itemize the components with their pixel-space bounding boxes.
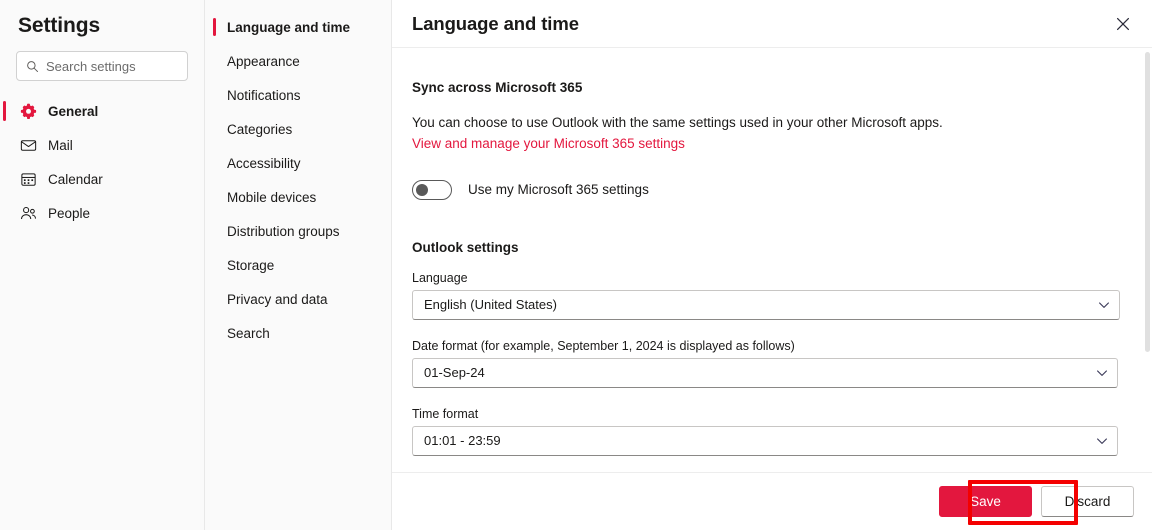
sidebar-item-general[interactable]: General [0, 96, 204, 126]
sidebar-item-people[interactable]: People [0, 198, 204, 228]
date-format-dropdown[interactable]: 01-Sep-24 [412, 358, 1118, 388]
people-icon [20, 205, 37, 222]
subnav-item-search[interactable]: Search [205, 321, 391, 345]
sidebar-item-calendar[interactable]: Calendar [0, 164, 204, 194]
page-title: Settings [0, 0, 204, 38]
sync-section-heading: Sync across Microsoft 365 [412, 80, 1120, 95]
subnav-item-label: Notifications [227, 88, 301, 103]
language-value: English (United States) [424, 297, 557, 312]
scrollbar-thumb[interactable] [1145, 52, 1150, 352]
subnav-item-label: Storage [227, 258, 274, 273]
subnav-item-accessibility[interactable]: Accessibility [205, 151, 391, 175]
sidebar-item-label: Calendar [48, 172, 103, 187]
subnav-item-appearance[interactable]: Appearance [205, 49, 391, 73]
microsoft-365-settings-link[interactable]: View and manage your Microsoft 365 setti… [412, 134, 685, 155]
subnav-item-label: Search [227, 326, 270, 341]
settings-subnav: Language and time Appearance Notificatio… [205, 0, 392, 530]
date-format-label: Date format (for example, September 1, 2… [412, 339, 1120, 353]
date-format-value: 01-Sep-24 [424, 365, 485, 380]
sync-description: You can choose to use Outlook with the s… [412, 113, 1120, 134]
subnav-item-label: Distribution groups [227, 224, 340, 239]
main-header: Language and time [392, 0, 1152, 48]
close-icon [1116, 17, 1130, 31]
sync-toggle-row: Use my Microsoft 365 settings [412, 180, 1120, 200]
subnav-item-notifications[interactable]: Notifications [205, 83, 391, 107]
subnav-item-storage[interactable]: Storage [205, 253, 391, 277]
chevron-down-icon [1095, 366, 1109, 380]
subnav-item-label: Categories [227, 122, 292, 137]
sidebar-item-label: Mail [48, 138, 73, 153]
language-field: Language English (United States) [412, 271, 1120, 320]
subnav-item-mobile-devices[interactable]: Mobile devices [205, 185, 391, 209]
subnav-item-label: Language and time [227, 20, 350, 35]
dialog-footer: Save Discard [392, 472, 1152, 530]
time-format-field: Time format 01:01 - 23:59 [412, 407, 1120, 456]
sidebar-nav: General Mail [0, 96, 204, 228]
settings-main-panel: Language and time Sync across Microsoft … [392, 0, 1152, 530]
gear-icon [20, 103, 37, 120]
language-dropdown[interactable]: English (United States) [412, 290, 1120, 320]
search-icon [26, 60, 39, 73]
subnav-item-privacy-and-data[interactable]: Privacy and data [205, 287, 391, 311]
date-format-field: Date format (for example, September 1, 2… [412, 339, 1120, 388]
settings-dialog: Settings General [0, 0, 1152, 530]
subnav-item-label: Accessibility [227, 156, 301, 171]
close-button[interactable] [1108, 9, 1138, 39]
envelope-icon [20, 137, 37, 154]
sidebar-item-label: General [48, 104, 98, 119]
outlook-settings-heading: Outlook settings [412, 240, 1120, 255]
subnav-item-label: Mobile devices [227, 190, 316, 205]
subnav-item-label: Privacy and data [227, 292, 328, 307]
subnav-item-language-and-time[interactable]: Language and time [205, 15, 391, 39]
search-settings-box[interactable] [16, 51, 188, 81]
sidebar-item-mail[interactable]: Mail [0, 130, 204, 160]
time-format-dropdown[interactable]: 01:01 - 23:59 [412, 426, 1118, 456]
chevron-down-icon [1095, 434, 1109, 448]
toggle-knob [416, 184, 428, 196]
use-microsoft-365-settings-toggle[interactable] [412, 180, 452, 200]
discard-button[interactable]: Discard [1041, 486, 1134, 517]
subnav-item-label: Appearance [227, 54, 300, 69]
search-input[interactable] [46, 59, 178, 74]
settings-scroll-region[interactable]: Sync across Microsoft 365 You can choose… [392, 48, 1152, 472]
vertical-scrollbar[interactable] [1145, 52, 1150, 472]
time-format-label: Time format [412, 407, 1120, 421]
main-panel-title: Language and time [412, 13, 579, 35]
settings-sidebar: Settings General [0, 0, 205, 530]
chevron-down-icon [1097, 298, 1111, 312]
calendar-icon [20, 171, 37, 188]
sidebar-item-label: People [48, 206, 90, 221]
sync-toggle-label: Use my Microsoft 365 settings [468, 182, 649, 197]
time-format-value: 01:01 - 23:59 [424, 433, 501, 448]
subnav-item-categories[interactable]: Categories [205, 117, 391, 141]
language-label: Language [412, 271, 1120, 285]
save-button[interactable]: Save [939, 486, 1032, 517]
subnav-item-distribution-groups[interactable]: Distribution groups [205, 219, 391, 243]
